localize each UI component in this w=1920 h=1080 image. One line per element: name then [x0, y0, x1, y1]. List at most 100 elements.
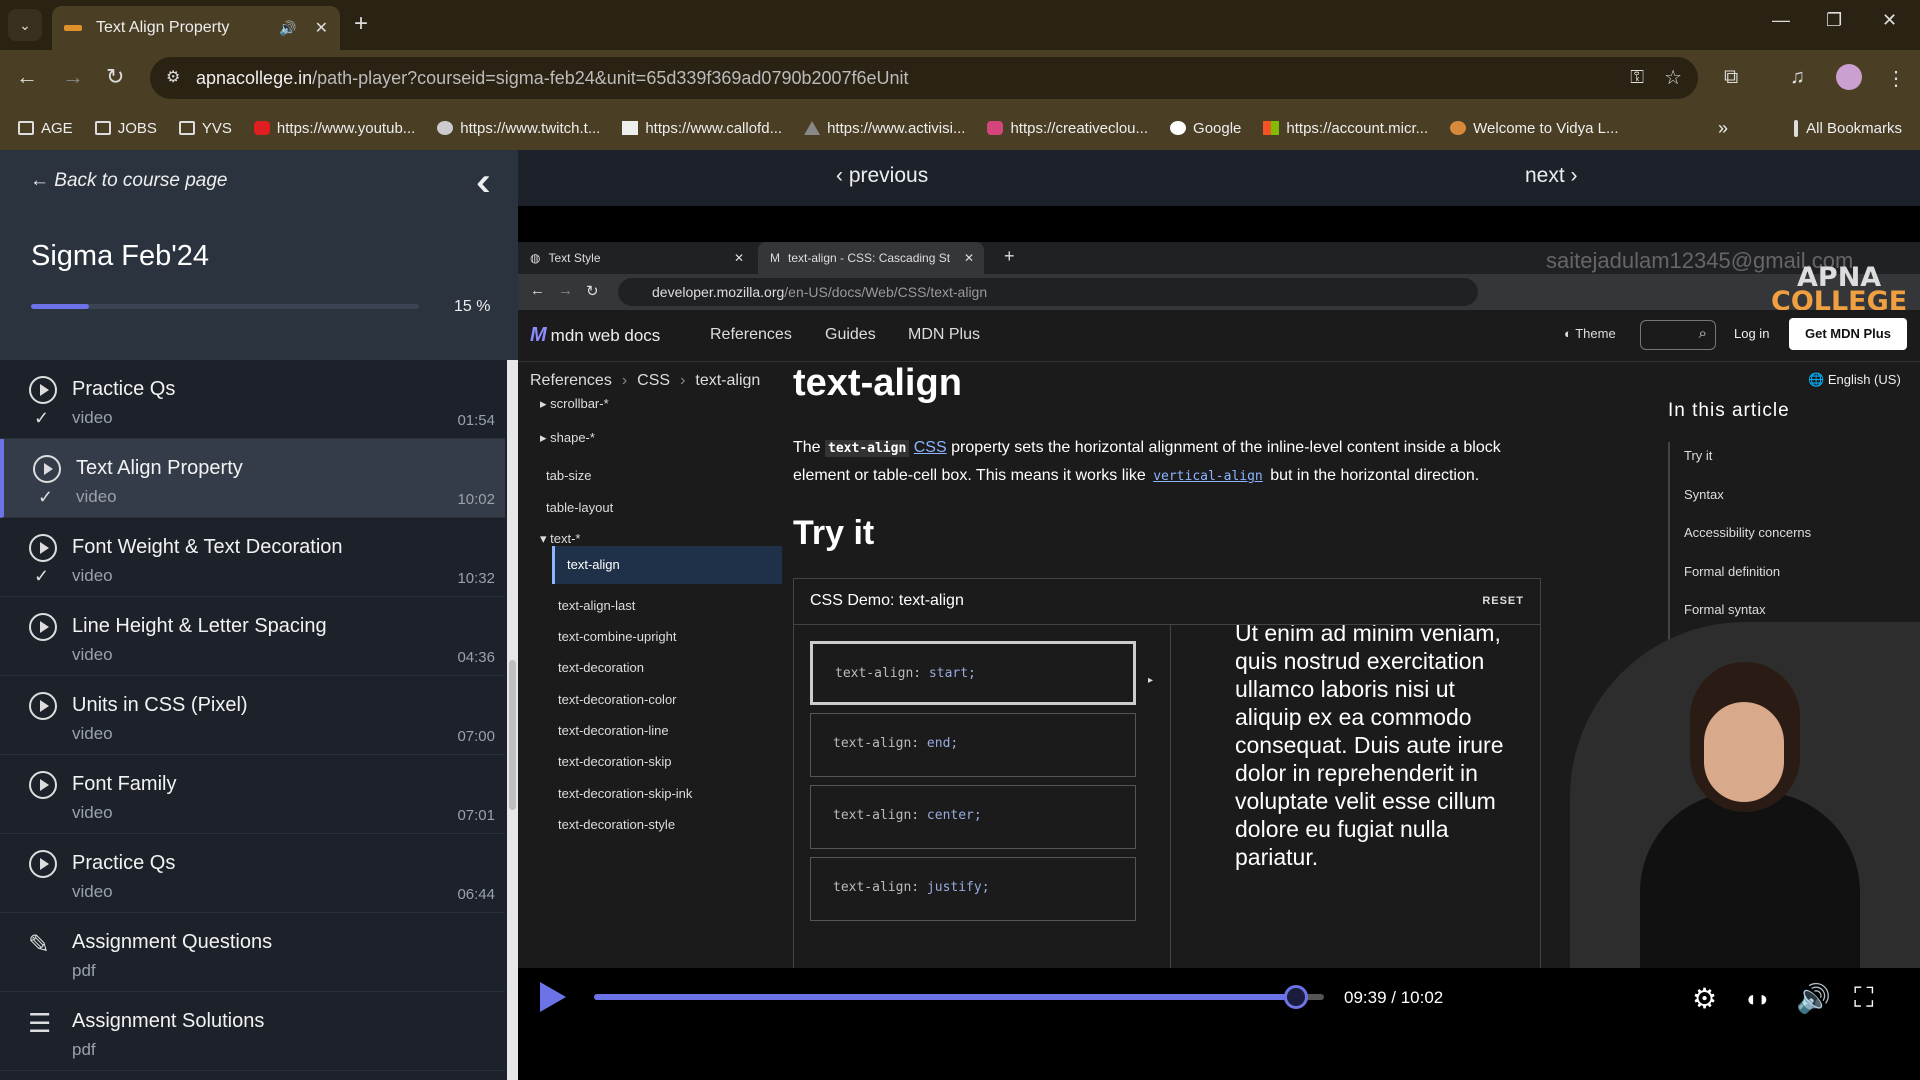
bookmark-item[interactable]: https://www.callofd...: [622, 120, 782, 137]
fullscreen-icon[interactable]: ⛶: [1854, 982, 1874, 1015]
try-it-heading: Try it: [793, 514, 875, 552]
demo-option: text-align: start;: [810, 641, 1136, 705]
next-button[interactable]: next ›: [1525, 164, 1578, 188]
google-icon: [1170, 121, 1187, 135]
toc-item: Accessibility concerns: [1684, 525, 1812, 540]
mdn-article: text-align The text-align CSS property s…: [793, 362, 1573, 968]
bookmark-item[interactable]: Google: [1170, 120, 1241, 137]
mdn-header: Mmdn web docs References Guides MDN Plus…: [518, 310, 1920, 362]
lesson-item[interactable]: ✎ Assignment Questions pdf: [0, 913, 505, 992]
mdn-login: Log in: [1734, 326, 1770, 341]
seek-fill: [594, 994, 1297, 1000]
lesson-title: Assignment Questions: [72, 931, 273, 953]
video-browser-tabs: ◍ Text Style ✕ Mtext-align - CSS: Cascadin…: [518, 242, 1920, 274]
article-title: text-align: [793, 362, 962, 404]
bookmark-item[interactable]: https://www.twitch.t...: [437, 120, 600, 137]
bookmark-item[interactable]: https://account.micr...: [1263, 120, 1428, 137]
bookmark-item[interactable]: https://www.activisi...: [804, 120, 965, 137]
reload-icon[interactable]: ↻: [106, 64, 124, 90]
password-key-icon[interactable]: ⚿: [1630, 67, 1644, 88]
bookmark-item[interactable]: AGE: [18, 120, 73, 137]
back-icon[interactable]: ←: [16, 64, 38, 90]
play-circle-icon: [29, 771, 57, 799]
lesson-item[interactable]: ☰ Assignment Solutions pdf: [0, 992, 505, 1071]
scrollbar-thumb[interactable]: [509, 660, 516, 810]
lesson-duration: 07:00: [457, 728, 495, 745]
bookmark-item[interactable]: JOBS: [94, 120, 157, 137]
lesson-type: video: [76, 487, 117, 506]
bookmark-item[interactable]: https://www.youtub...: [253, 120, 415, 137]
tab-title: Text Align Property: [96, 19, 230, 36]
mdn-sidebar: ▸ scrollbar-* ▸ shape-* tab-size table-layo…: [518, 388, 782, 968]
demo-output: Ut enim ad minim veniam, quis nostrud ex…: [1170, 625, 1540, 968]
lesson-type: video: [72, 803, 113, 822]
new-tab-button[interactable]: +: [354, 10, 368, 38]
seek-handle[interactable]: [1284, 985, 1309, 1009]
lesson-item[interactable]: Font Family video 07:01: [0, 755, 505, 834]
lesson-item[interactable]: ✓ Text Align Property video 10:02: [0, 439, 505, 518]
mdn-sidebar-item: ▾ text-*: [540, 531, 581, 546]
sidebar-scrollbar[interactable]: [507, 360, 518, 1080]
lesson-item[interactable]: Line Height & Letter Spacing video 04:36: [0, 597, 505, 676]
checklist-icon: ☰: [28, 1008, 52, 1038]
address-bar[interactable]: ⚙ apnacollege.in/path-player?courseid=si…: [150, 57, 1698, 99]
forward-icon[interactable]: →: [62, 64, 84, 90]
autoplay-toggle-icon[interactable]: ◖◗: [1744, 986, 1771, 1012]
extensions-icon[interactable]: ⧉: [1724, 66, 1738, 89]
minimize-icon[interactable]: —: [1772, 10, 1790, 31]
microsoft-icon: [1263, 121, 1280, 135]
bookmark-item[interactable]: YVS: [178, 120, 232, 137]
mdn-logo: Mmdn web docs: [530, 324, 661, 346]
back-to-course-link[interactable]: ← Back to course page: [30, 170, 228, 192]
lesson-type: video: [72, 724, 113, 743]
lesson-item[interactable]: ✓ Practice Qs video 01:54: [0, 360, 505, 439]
course-sidebar: ← Back to course page ‹‹ Sigma Feb'24 15…: [0, 150, 518, 1080]
collapse-sidebar-icon[interactable]: ‹‹: [476, 160, 489, 205]
folder-icon: [94, 121, 111, 135]
seek-bar[interactable]: [594, 985, 1324, 1009]
lesson-title: Practice Qs: [72, 852, 176, 874]
theme-toggle: ◐ Theme: [1564, 326, 1616, 341]
all-bookmarks[interactable]: All Bookmarks: [1794, 120, 1902, 137]
folder-icon: [178, 121, 195, 135]
video-address-bar: ← → ↻ developer.mozilla.org/en-US/docs/W…: [518, 274, 1920, 310]
more-bookmarks-icon[interactable]: »: [1718, 118, 1728, 139]
menu-kebab-icon[interactable]: ⋮: [1886, 66, 1906, 91]
lesson-duration: 10:32: [457, 570, 495, 587]
play-icon[interactable]: [540, 982, 566, 1012]
bookmark-item[interactable]: https://creativeclou...: [987, 120, 1148, 137]
close-window-icon[interactable]: ✕: [1882, 10, 1897, 31]
lesson-type: pdf: [72, 1040, 96, 1059]
browser-tab[interactable]: Text Align Property 🔊 ✕: [52, 6, 340, 50]
bookmark-star-icon[interactable]: ☆: [1664, 65, 1682, 90]
article-intro: The text-align CSS property sets the hor…: [793, 439, 1501, 484]
mdn-sidebar-item: text-decoration-skip-ink: [558, 786, 693, 801]
bookmark-item[interactable]: Welcome to Vidya L...: [1450, 120, 1619, 137]
toc-item: Try it: [1684, 448, 1713, 463]
get-mdn-plus-button: Get MDN Plus: [1789, 318, 1907, 350]
media-control-icon[interactable]: ♫: [1790, 66, 1805, 89]
selected-caret-icon: ▸: [1148, 675, 1154, 686]
lesson-item[interactable]: Units in CSS (Pixel) video 07:00: [0, 676, 505, 755]
tab-search-chevron-icon[interactable]: ⌄: [8, 9, 42, 41]
profile-avatar[interactable]: [1836, 64, 1862, 90]
demo-option: text-align: end;: [810, 713, 1136, 777]
lesson-item[interactable]: ✓ Font Weight & Text Decoration video 10:32: [0, 518, 505, 597]
video-tab: Mtext-align - CSS: Cascading St ✕: [758, 242, 984, 274]
mdn-sidebar-item: tab-size: [546, 468, 592, 483]
settings-gear-icon[interactable]: ⚙: [1692, 982, 1717, 1015]
lesson-item[interactable]: Practice Qs video 06:44: [0, 834, 505, 913]
toc-item: Formal definition: [1684, 563, 1781, 579]
globe-icon: ◍: [530, 251, 541, 265]
video-frame[interactable]: ◍ Text Style ✕ Mtext-align - CSS: Cascadin…: [518, 242, 1920, 968]
mdn-sidebar-item: text-align-last: [558, 598, 636, 613]
lesson-type: pdf: [72, 961, 96, 980]
tab-close-icon[interactable]: ✕: [315, 18, 328, 38]
previous-button[interactable]: ‹ previous: [836, 164, 928, 188]
tab-audio-icon[interactable]: 🔊: [279, 20, 296, 37]
volume-icon[interactable]: 🔊: [1796, 982, 1831, 1015]
lesson-title: Text Align Property: [76, 457, 243, 479]
lesson-type: video: [72, 882, 113, 901]
restore-icon[interactable]: ❐: [1826, 10, 1842, 31]
site-info-icon[interactable]: ⚙: [166, 67, 180, 87]
